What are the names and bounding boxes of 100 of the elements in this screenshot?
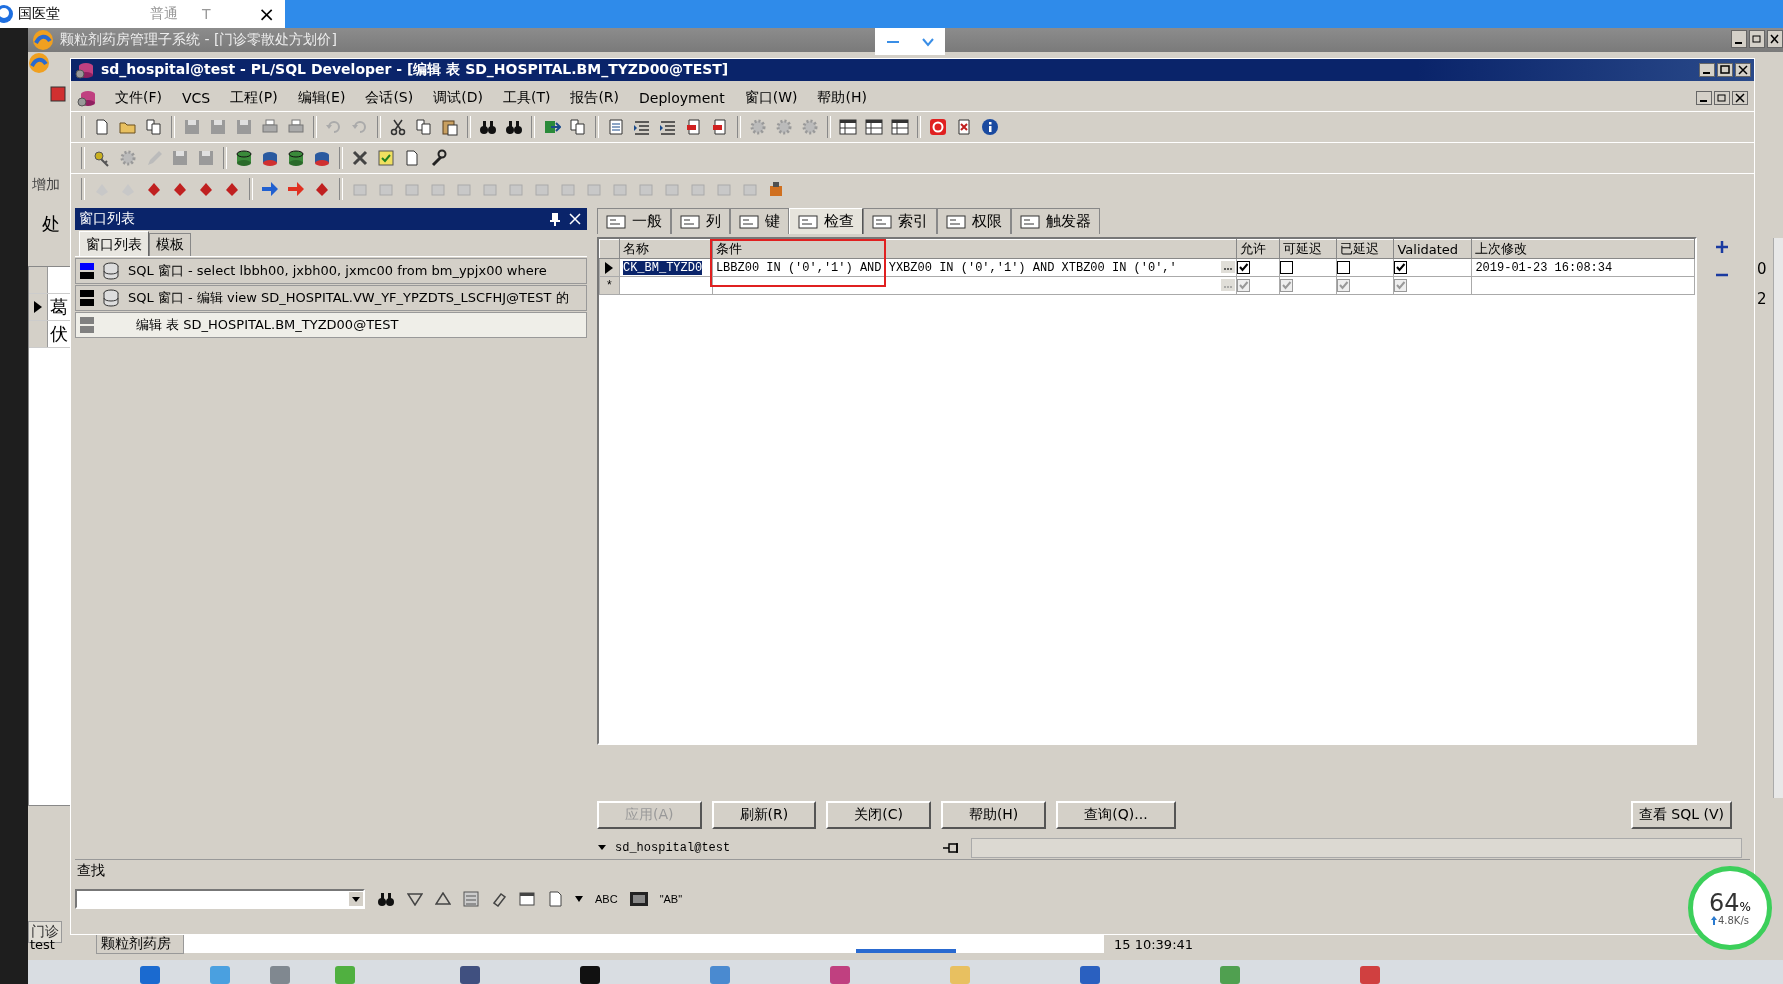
list-icon[interactable] <box>607 118 625 136</box>
case-icon[interactable] <box>629 892 648 906</box>
checked-checkbox-icon[interactable] <box>1237 261 1250 274</box>
dropdown-arrow-icon[interactable] <box>575 896 583 902</box>
database-icon[interactable] <box>287 149 305 167</box>
menu-item[interactable]: 会话(S) <box>363 89 416 107</box>
menu-item[interactable]: 窗口(W) <box>742 89 800 107</box>
editor-tab[interactable]: 检查 <box>789 208 863 234</box>
ellipsis-button[interactable] <box>1220 261 1235 273</box>
menu-item[interactable]: Deployment <box>637 90 727 106</box>
triangle-down-icon[interactable] <box>407 892 423 906</box>
window-icon[interactable] <box>519 892 535 906</box>
menu-item[interactable]: 工程(P) <box>228 89 280 107</box>
editor-tab[interactable]: 列 <box>671 208 730 234</box>
dropdown-arrow-icon[interactable] <box>597 844 607 852</box>
menu-item[interactable]: VCS <box>180 90 213 106</box>
page-icon[interactable] <box>403 149 421 167</box>
shape-icon[interactable] <box>767 180 785 198</box>
window-icon[interactable] <box>839 118 857 136</box>
column-header[interactable]: Validated <box>1393 239 1472 259</box>
binoculars-icon[interactable] <box>479 118 497 136</box>
column-header[interactable]: 上次修改 <box>1471 239 1695 259</box>
pages-icon[interactable] <box>145 118 163 136</box>
clipboard-icon[interactable] <box>441 118 459 136</box>
database-icon[interactable] <box>313 149 331 167</box>
binoculars-icon[interactable] <box>505 118 523 136</box>
maximize-icon[interactable] <box>1717 63 1733 77</box>
view-sql-button[interactable]: 查看 SQL (V) <box>1630 801 1732 829</box>
add-label[interactable]: 增加 <box>32 176 60 194</box>
column-header[interactable]: 名称 <box>619 239 713 259</box>
column-header[interactable]: 条件 <box>712 239 1237 259</box>
eraser-icon[interactable] <box>491 891 507 907</box>
editor-tab[interactable]: 一般 <box>597 208 671 234</box>
page-icon[interactable] <box>93 118 111 136</box>
menu-item[interactable]: 工具(T) <box>500 89 553 107</box>
connection-name[interactable]: sd_hospital@test <box>615 841 731 855</box>
import-arrow-icon[interactable] <box>543 118 561 136</box>
page-icon[interactable] <box>685 118 703 136</box>
browser-tab[interactable]: 国医堂 普通 T × <box>0 0 285 28</box>
close-icon[interactable] <box>1735 63 1751 77</box>
option-toggle[interactable]: ABC <box>595 893 618 905</box>
close-icon[interactable] <box>1732 91 1748 105</box>
editor-tab[interactable]: 触发器 <box>1011 208 1100 234</box>
window-icon[interactable] <box>865 118 883 136</box>
toolbar-icon[interactable] <box>48 84 68 104</box>
column-header[interactable]: 可延迟 <box>1279 239 1336 259</box>
printer-icon[interactable] <box>261 118 279 136</box>
key-icon[interactable] <box>93 149 111 167</box>
binoculars-icon[interactable] <box>377 890 395 908</box>
editor-tab[interactable]: 键 <box>730 208 789 234</box>
row-header[interactable] <box>29 294 48 320</box>
window-list-item[interactable]: SQL 窗口 - select lbbh00, jxbh00, jxmc00 from bm_ypjx00 where <box>75 258 587 284</box>
checkbox-icon[interactable] <box>1337 261 1350 274</box>
indent-icon[interactable] <box>633 118 651 136</box>
connection-field[interactable] <box>970 838 1742 858</box>
menu-item[interactable]: 帮助(H) <box>815 89 869 107</box>
close-icon[interactable] <box>1767 30 1783 48</box>
minimize-icon[interactable] <box>1731 30 1747 48</box>
dialog-button[interactable]: 关闭(C) <box>826 801 931 829</box>
indent-icon[interactable] <box>659 118 677 136</box>
window-list-item[interactable]: SQL 窗口 - 编辑 view SD_HOSPITAL.VW_YF_YPZDTS_LSCFHJ@TEST 的 <box>75 285 587 311</box>
editor-tab[interactable]: 权限 <box>937 208 1011 234</box>
panel-tab[interactable]: 模板 <box>149 233 191 256</box>
menu-item[interactable]: 文件(F) <box>113 89 164 107</box>
arrow-right-icon[interactable] <box>261 180 279 198</box>
minimize-icon[interactable] <box>1699 63 1715 77</box>
window-list-item[interactable]: 编辑 表 SD_HOSPITAL.BM_TYZD00@TEST <box>75 312 587 338</box>
panel-tab[interactable]: 窗口列表 <box>79 231 149 256</box>
checklist-icon[interactable] <box>377 149 395 167</box>
triangle-up-icon[interactable] <box>435 892 451 906</box>
page-icon[interactable] <box>711 118 729 136</box>
pin-icon[interactable] <box>549 212 561 226</box>
scrollbar[interactable] <box>1773 238 1783 798</box>
tools-icon[interactable] <box>351 149 369 167</box>
add-icon[interactable] <box>1715 240 1729 254</box>
page-icon[interactable] <box>547 891 563 907</box>
column-header[interactable]: 已延迟 <box>1336 239 1394 259</box>
wrench-icon[interactable] <box>429 149 447 167</box>
checked-checkbox-icon[interactable] <box>1394 261 1408 274</box>
pages-icon[interactable] <box>569 118 587 136</box>
close-button[interactable]: × <box>258 2 275 26</box>
document-icon[interactable] <box>955 118 973 136</box>
menu-item[interactable]: 调试(D) <box>431 89 485 107</box>
window-icon[interactable] <box>891 118 909 136</box>
menu-item[interactable]: 编辑(E) <box>295 89 348 107</box>
table-cell[interactable]: CK_BM_TYZD0 <box>622 260 703 275</box>
checkbox-icon[interactable] <box>1280 261 1293 274</box>
arrow-right-icon[interactable] <box>287 180 305 198</box>
minimize-icon[interactable] <box>1696 91 1712 105</box>
info-icon[interactable] <box>981 118 999 136</box>
editor-tab[interactable]: 索引 <box>863 208 937 234</box>
pages-icon[interactable] <box>415 118 433 136</box>
column-header[interactable]: 允许 <box>1236 239 1280 259</box>
dialog-button[interactable]: 查询(Q)... <box>1056 801 1176 829</box>
database-icon[interactable] <box>261 149 279 167</box>
option-toggle[interactable]: "AB" <box>659 893 683 905</box>
printer-icon[interactable] <box>287 118 305 136</box>
menu-item[interactable]: 报告(R) <box>568 89 622 107</box>
restore-icon[interactable] <box>1714 91 1730 105</box>
dialog-button[interactable]: 帮助(H) <box>940 801 1047 829</box>
